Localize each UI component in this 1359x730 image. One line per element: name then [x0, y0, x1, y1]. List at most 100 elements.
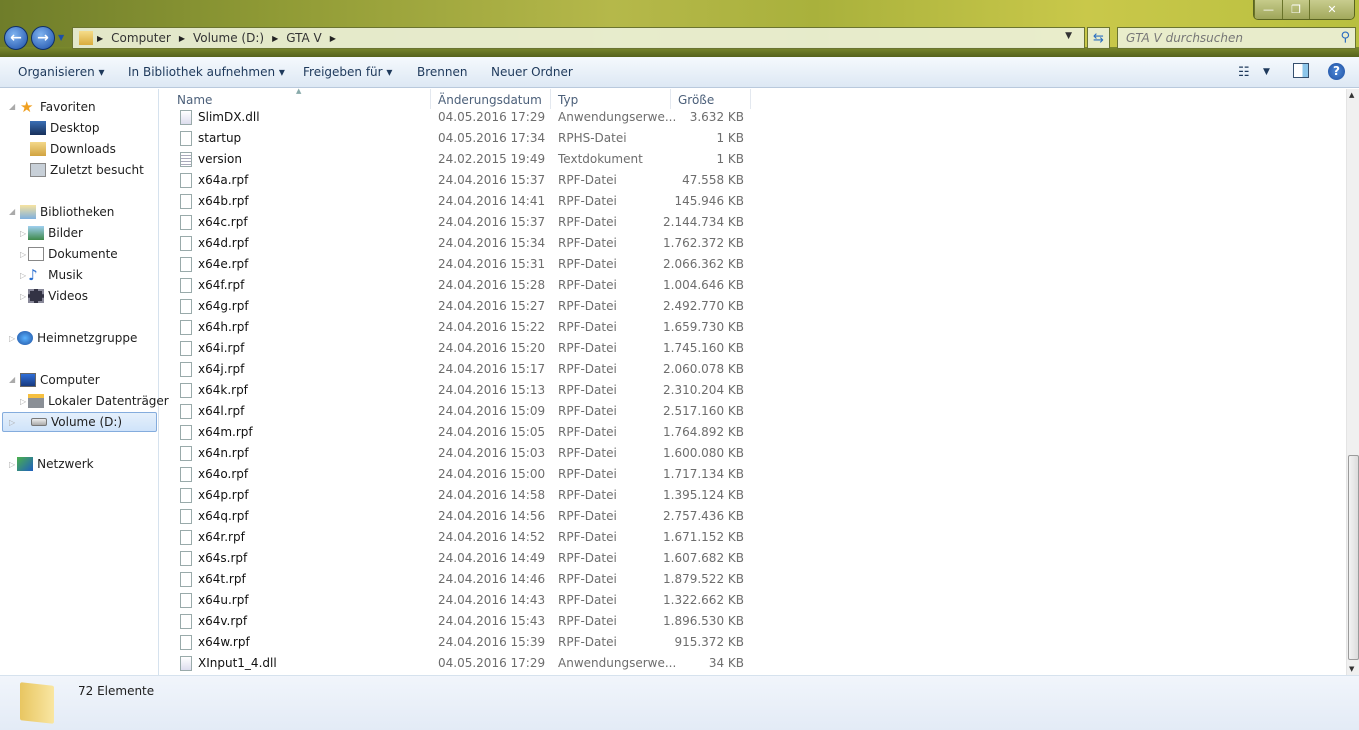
column-header-size[interactable]: Größe [671, 89, 751, 109]
file-type: RPF-Datei [558, 320, 617, 334]
file-row[interactable]: x64p.rpf 24.04.2016 14:58 RPF-Datei 1.39… [170, 485, 750, 506]
file-file-icon [180, 593, 192, 608]
file-row[interactable]: x64j.rpf 24.04.2016 15:17 RPF-Datei 2.06… [170, 359, 750, 380]
file-name: x64r.rpf [198, 530, 245, 544]
file-row[interactable]: x64v.rpf 24.04.2016 15:43 RPF-Datei 1.89… [170, 611, 750, 632]
sidebar-item-local-disk[interactable]: ▷ Lokaler Datenträger [20, 391, 169, 411]
scrollbar-thumb[interactable] [1348, 455, 1359, 660]
file-row[interactable]: x64s.rpf 24.04.2016 14:49 RPF-Datei 1.60… [170, 548, 750, 569]
sidebar-item-pictures[interactable]: ▷ Bilder [20, 223, 83, 243]
recent-pages-dropdown[interactable]: ▼ [58, 33, 64, 42]
sidebar-item-favorites[interactable]: ★ Favoriten [20, 97, 96, 117]
collapse-icon[interactable]: ◢ [9, 102, 15, 111]
file-row[interactable]: startup 04.05.2016 17:34 RPHS-Datei 1 KB [170, 128, 750, 149]
file-file-icon [180, 131, 192, 146]
minimize-button[interactable]: — [1254, 0, 1282, 19]
file-row[interactable]: x64e.rpf 24.04.2016 15:31 RPF-Datei 2.06… [170, 254, 750, 275]
file-row[interactable]: x64w.rpf 24.04.2016 15:39 RPF-Datei 915.… [170, 632, 750, 653]
column-header-date[interactable]: Änderungsdatum [431, 89, 551, 109]
file-row[interactable]: x64o.rpf 24.04.2016 15:00 RPF-Datei 1.71… [170, 464, 750, 485]
add-to-library-button[interactable]: In Bibliothek aufnehmen ▾ [128, 65, 285, 79]
column-header-type[interactable]: Typ [551, 89, 671, 109]
sidebar-item-documents[interactable]: ▷ Dokumente [20, 244, 118, 264]
file-name: x64k.rpf [198, 383, 248, 397]
column-header-name[interactable]: Name [170, 89, 431, 109]
file-file-icon [180, 383, 192, 398]
share-with-button[interactable]: Freigeben für ▾ [303, 65, 392, 79]
file-row[interactable]: x64q.rpf 24.04.2016 14:56 RPF-Datei 2.75… [170, 506, 750, 527]
file-row[interactable]: x64c.rpf 24.04.2016 15:37 RPF-Datei 2.14… [170, 212, 750, 233]
sidebar-item-network[interactable]: ▷ Netzwerk [9, 454, 94, 474]
expand-icon[interactable]: ▷ [20, 397, 26, 406]
file-row[interactable]: x64u.rpf 24.04.2016 14:43 RPF-Datei 1.32… [170, 590, 750, 611]
sidebar-item-label: Computer [40, 373, 100, 387]
search-input[interactable]: GTA V durchsuchen ⚲ [1117, 27, 1356, 49]
sidebar-item-music[interactable]: ▷ ♪ Musik [20, 265, 83, 285]
collapse-icon[interactable]: ◢ [9, 375, 15, 384]
expand-icon[interactable]: ▷ [9, 460, 15, 469]
sidebar-item-desktop[interactable]: Desktop [30, 118, 100, 138]
file-row[interactable]: x64l.rpf 24.04.2016 15:09 RPF-Datei 2.51… [170, 401, 750, 422]
file-row[interactable]: x64h.rpf 24.04.2016 15:22 RPF-Datei 1.65… [170, 317, 750, 338]
breadcrumb-computer[interactable]: Computer [111, 31, 171, 45]
file-row[interactable]: version 24.02.2015 19:49 Textdokument 1 … [170, 149, 750, 170]
collapse-icon[interactable]: ◢ [9, 207, 15, 216]
expand-icon[interactable]: ▷ [20, 250, 26, 259]
refresh-button[interactable]: ⇆ [1087, 27, 1110, 49]
expand-icon[interactable]: ▷ [9, 418, 15, 427]
file-row[interactable]: x64b.rpf 24.04.2016 14:41 RPF-Datei 145.… [170, 191, 750, 212]
file-row[interactable]: SlimDX.dll 04.05.2016 17:29 Anwendungser… [170, 107, 750, 128]
file-row[interactable]: x64n.rpf 24.04.2016 15:03 RPF-Datei 1.60… [170, 443, 750, 464]
expand-icon[interactable]: ▷ [20, 271, 26, 280]
breadcrumb-arrow-icon[interactable]: ▶ [179, 34, 185, 43]
file-size: 1.717.134 KB [663, 467, 744, 481]
burn-button[interactable]: Brennen [417, 65, 467, 79]
file-file-icon [180, 488, 192, 503]
sidebar-item-computer[interactable]: Computer [20, 370, 100, 390]
address-history-dropdown[interactable]: ▼ [1065, 31, 1072, 41]
sidebar-item-homegroup[interactable]: ▷ Heimnetzgruppe [9, 328, 137, 348]
file-row[interactable]: x64a.rpf 24.04.2016 15:37 RPF-Datei 47.5… [170, 170, 750, 191]
sidebar-item-downloads[interactable]: Downloads [30, 139, 116, 159]
maximize-button[interactable]: ❐ [1282, 0, 1309, 19]
file-row[interactable]: x64f.rpf 24.04.2016 15:28 RPF-Datei 1.00… [170, 275, 750, 296]
computer-icon [20, 373, 36, 387]
file-size: 1.896.530 KB [663, 614, 744, 628]
breadcrumb-arrow-icon[interactable]: ▶ [272, 34, 278, 43]
search-icon[interactable]: ⚲ [1340, 30, 1350, 45]
file-row[interactable]: x64g.rpf 24.04.2016 15:27 RPF-Datei 2.49… [170, 296, 750, 317]
sidebar-item-recent[interactable]: Zuletzt besucht [30, 160, 144, 180]
back-button[interactable]: ← [4, 26, 28, 50]
view-dropdown-icon[interactable]: ▼ [1263, 67, 1270, 77]
expand-icon[interactable]: ▷ [9, 334, 15, 343]
sidebar-item-videos[interactable]: ▷ Videos [20, 286, 88, 306]
help-icon[interactable]: ? [1328, 63, 1345, 80]
address-bar[interactable]: ▶ Computer ▶ Volume (D:) ▶ GTA V ▶ ▼ [72, 27, 1085, 49]
organize-button[interactable]: Organisieren ▾ [18, 65, 105, 79]
local-disk-icon [28, 394, 45, 408]
file-date: 24.04.2016 14:52 [438, 530, 546, 544]
sidebar-item-libraries[interactable]: Bibliotheken [20, 202, 114, 222]
expand-icon[interactable]: ▷ [20, 229, 26, 238]
scroll-down-icon[interactable]: ▼ [1349, 665, 1354, 673]
file-row[interactable]: x64m.rpf 24.04.2016 15:05 RPF-Datei 1.76… [170, 422, 750, 443]
sidebar-item-volume-d[interactable]: ▷ Volume (D:) [2, 412, 157, 432]
breadcrumb-gta-v[interactable]: GTA V [286, 31, 322, 45]
file-row[interactable]: x64d.rpf 24.04.2016 15:34 RPF-Datei 1.76… [170, 233, 750, 254]
vertical-scrollbar[interactable]: ▲ ▼ [1346, 89, 1359, 675]
scroll-up-icon[interactable]: ▲ [1349, 91, 1354, 99]
breadcrumb-arrow-icon[interactable]: ▶ [97, 34, 103, 43]
preview-pane-icon[interactable] [1293, 63, 1309, 78]
expand-icon[interactable]: ▷ [20, 292, 26, 301]
forward-button[interactable]: → [31, 26, 55, 50]
file-row[interactable]: x64t.rpf 24.04.2016 14:46 RPF-Datei 1.87… [170, 569, 750, 590]
close-button[interactable]: ✕ [1309, 0, 1354, 19]
file-row[interactable]: XInput1_4.dll 04.05.2016 17:29 Anwendung… [170, 653, 750, 674]
breadcrumb-volume-d[interactable]: Volume (D:) [193, 31, 264, 45]
file-row[interactable]: x64r.rpf 24.04.2016 14:52 RPF-Datei 1.67… [170, 527, 750, 548]
file-row[interactable]: x64i.rpf 24.04.2016 15:20 RPF-Datei 1.74… [170, 338, 750, 359]
file-row[interactable]: x64k.rpf 24.04.2016 15:13 RPF-Datei 2.31… [170, 380, 750, 401]
view-options-icon[interactable]: ☷ [1238, 65, 1250, 80]
breadcrumb-arrow-icon[interactable]: ▶ [330, 34, 336, 43]
new-folder-button[interactable]: Neuer Ordner [491, 65, 573, 79]
